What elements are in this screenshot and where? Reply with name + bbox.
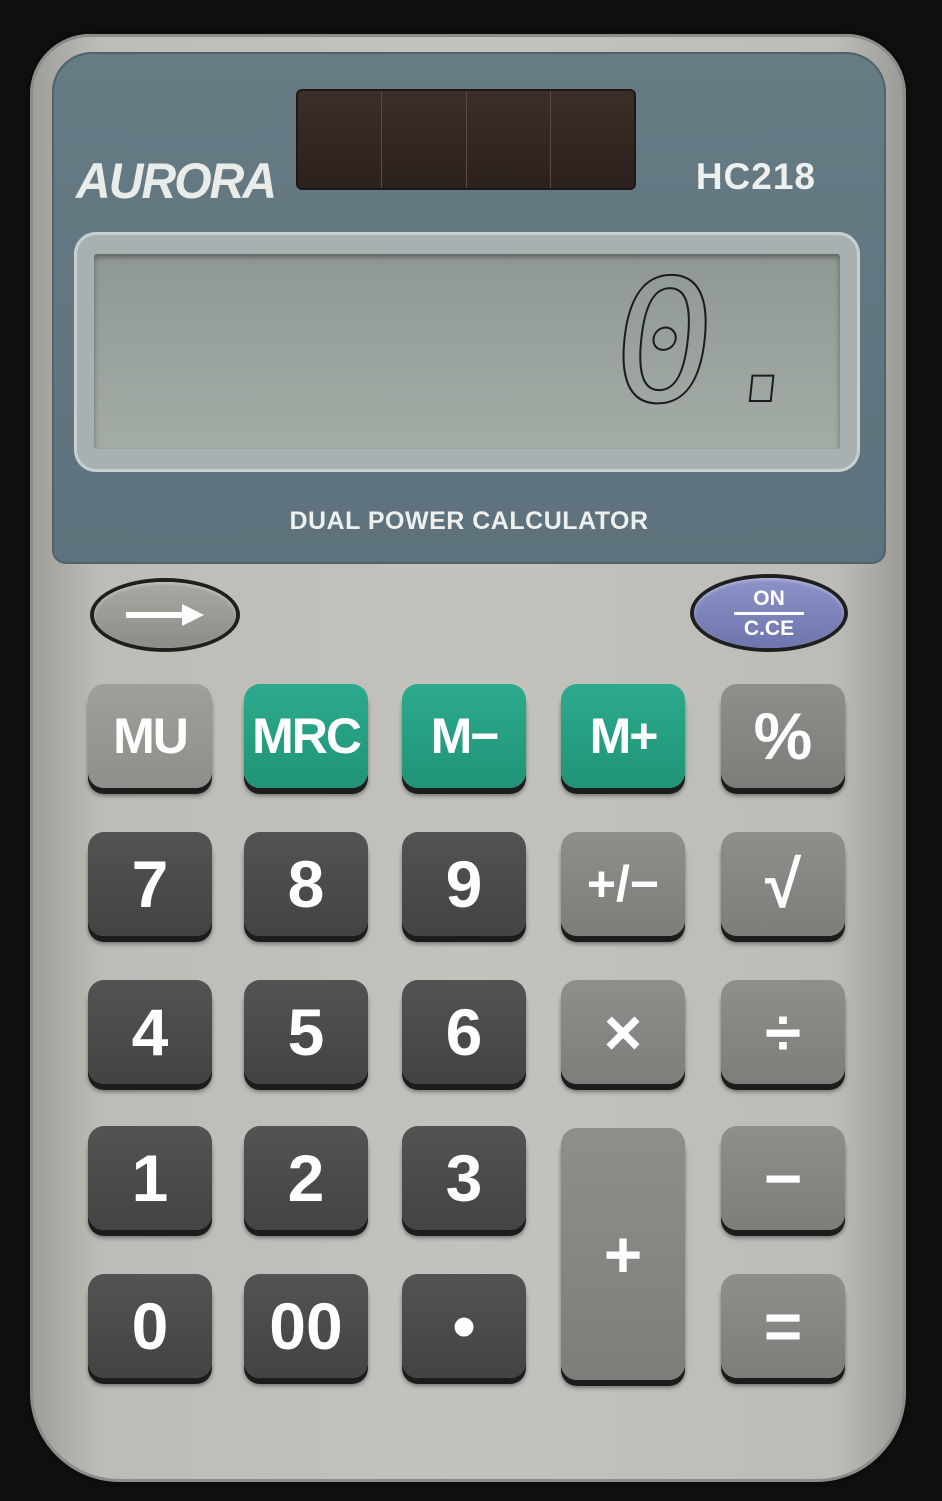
- sqrt-key[interactable]: √: [721, 832, 845, 936]
- key-1[interactable]: 1: [88, 1126, 212, 1230]
- multiply-key[interactable]: ×: [561, 980, 685, 1084]
- on-label: ON: [753, 586, 785, 610]
- key-6[interactable]: 6: [402, 980, 526, 1084]
- display-frame: 0.: [74, 232, 860, 472]
- arrow-button[interactable]: [94, 582, 236, 648]
- percent-key[interactable]: %: [721, 684, 845, 788]
- tagline: DUAL POWER CALCULATOR: [289, 507, 649, 535]
- plus-minus-key[interactable]: +/−: [561, 832, 685, 936]
- key-0[interactable]: 0: [88, 1274, 212, 1378]
- calculator-body: AURORA HC218 0. DUAL POWER CALCULATOR ON…: [30, 34, 906, 1482]
- key-9[interactable]: 9: [402, 832, 526, 936]
- minus-key[interactable]: −: [721, 1126, 845, 1230]
- key-8[interactable]: 8: [244, 832, 368, 936]
- mrc-key[interactable]: MRC: [244, 684, 368, 788]
- key-2[interactable]: 2: [244, 1126, 368, 1230]
- key-3[interactable]: 3: [402, 1126, 526, 1230]
- equals-key[interactable]: =: [721, 1274, 845, 1378]
- on-clear-button[interactable]: ON C.CE: [694, 578, 844, 648]
- key-5[interactable]: 5: [244, 980, 368, 1084]
- key-7[interactable]: 7: [88, 832, 212, 936]
- clear-label: C.CE: [743, 616, 795, 640]
- arrow-right-icon: [126, 604, 204, 626]
- key-00[interactable]: 00: [244, 1274, 368, 1378]
- solar-panel: [296, 89, 636, 190]
- top-panel: AURORA HC218 0. DUAL POWER CALCULATOR: [52, 52, 886, 564]
- decimal-key[interactable]: •: [402, 1274, 526, 1378]
- model-number: HC218: [695, 156, 816, 197]
- display-value: 0.: [602, 243, 830, 443]
- key-4[interactable]: 4: [88, 980, 212, 1084]
- mu-key[interactable]: MU: [88, 684, 212, 788]
- brand-logo: AURORA: [76, 153, 277, 209]
- m-minus-key[interactable]: M−: [402, 684, 526, 788]
- divide-key[interactable]: ÷: [721, 980, 845, 1084]
- m-plus-key[interactable]: M+: [561, 684, 685, 788]
- plus-key[interactable]: +: [561, 1128, 685, 1380]
- lcd-display: 0.: [94, 243, 840, 449]
